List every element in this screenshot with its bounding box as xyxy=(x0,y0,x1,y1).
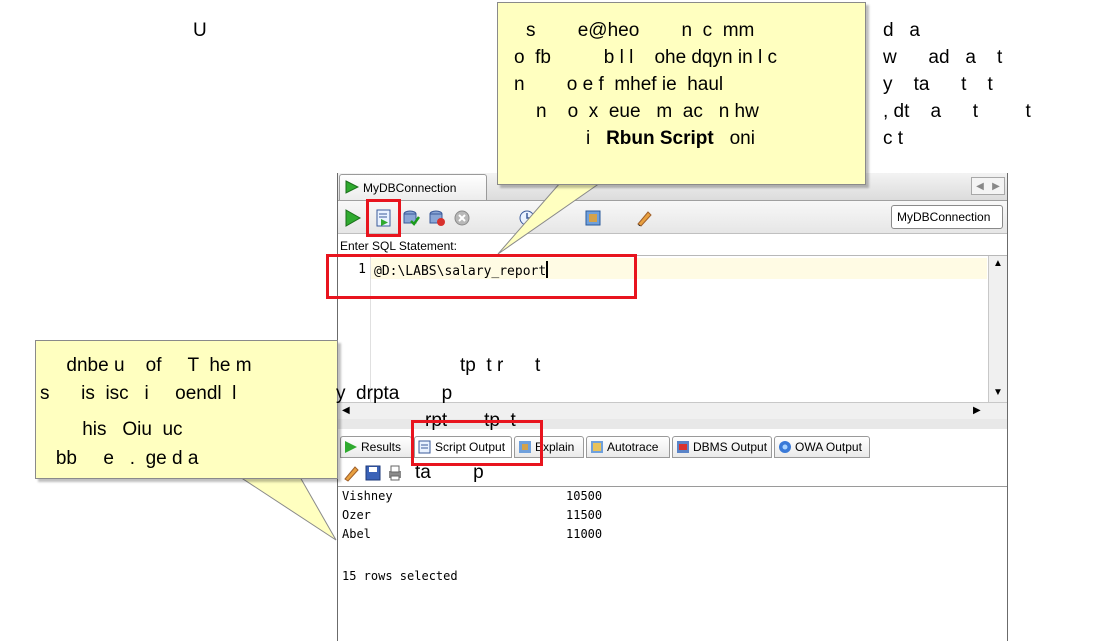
slide-fragment: w ad a t xyxy=(883,47,1003,68)
scroll-right-arrow-icon[interactable]: ▶ xyxy=(973,405,981,416)
rows-selected-summary: 15 rows selected xyxy=(342,569,458,583)
chevron-left-icon[interactable]: ◀ xyxy=(976,181,984,192)
highlight-sql-statement xyxy=(326,254,637,299)
scroll-up-arrow-icon[interactable]: ▲ xyxy=(993,258,1003,269)
callout-run-script-line: n o e f mhef ie haul xyxy=(514,74,724,95)
rollback-icon[interactable] xyxy=(428,209,446,227)
callout-run-script-line: s e@heo n c mm xyxy=(526,20,755,41)
callout-run-script-line: o fb b l l ohe dqyn in l c xyxy=(514,47,777,68)
clear-eraser-icon[interactable] xyxy=(635,209,653,227)
tab-autotrace[interactable]: Autotrace xyxy=(586,436,670,458)
chevron-right-icon[interactable]: ▶ xyxy=(992,181,1000,192)
slide-fragment: y ta t t xyxy=(883,74,993,95)
output-row: Ozer 11500 xyxy=(342,508,603,522)
highlight-script-output-tab xyxy=(411,420,543,466)
slide-fragment: y drpta p xyxy=(336,383,453,404)
commit-icon[interactable] xyxy=(402,209,420,227)
output-row: Abel 11000 xyxy=(342,527,603,541)
output-row: Vishney 10500 xyxy=(342,489,603,503)
callout-script-output-line: his Oiu uc xyxy=(40,419,183,440)
save-icon[interactable] xyxy=(364,464,382,482)
slide-fragment: d a xyxy=(883,20,920,41)
tab-label: MyDBConnection xyxy=(363,181,457,195)
slide-fragment: tp t r t xyxy=(460,355,541,376)
worksheet-icon xyxy=(345,180,359,194)
results-icon xyxy=(345,441,357,453)
callout-script-output-line: dnbe u of T he m xyxy=(40,355,252,376)
scroll-down-arrow-icon[interactable]: ▼ xyxy=(993,387,1003,398)
scroll-left-arrow-icon[interactable]: ◀ xyxy=(342,405,350,416)
run-statement-icon[interactable] xyxy=(344,209,362,227)
tab-mydbconnection[interactable]: MyDBConnection xyxy=(339,174,487,200)
callout-run-script-line: i Rbun Script oni xyxy=(586,128,755,149)
clear-output-eraser-icon[interactable] xyxy=(342,464,360,482)
slide-fragment: , dt a t t xyxy=(883,101,1031,122)
tab-owa-output[interactable]: OWA Output xyxy=(774,436,870,458)
sql-worksheet-window: MyDBConnection ◀ ▶ MyDBConnection Enter S… xyxy=(337,173,1008,642)
callout-script-output-line: bb e . ge d a xyxy=(40,448,199,469)
editor-vertical-scrollbar[interactable]: ▲ ▼ xyxy=(988,256,1007,403)
cancel-icon[interactable] xyxy=(453,209,471,227)
worksheet-toolbar: MyDBConnection xyxy=(338,201,1007,234)
explain-plan-icon[interactable] xyxy=(584,209,602,227)
connection-selector[interactable]: MyDBConnection xyxy=(891,205,1003,229)
dbms-output-icon xyxy=(677,441,689,453)
owa-output-icon xyxy=(779,441,791,453)
slide-fragment: U xyxy=(193,20,207,41)
highlight-run-script-button xyxy=(366,199,401,237)
autotrace-icon xyxy=(591,441,603,453)
callout-run-script-line: n o x eue m ac n hw xyxy=(536,101,759,122)
tab-dbms-output[interactable]: DBMS Output xyxy=(672,436,772,458)
tab-scroll-buttons[interactable]: ◀ ▶ xyxy=(971,177,1005,195)
script-output-panel[interactable]: Vishney 10500 Ozer 11500 Abel 11000 15 rows… xyxy=(338,486,1007,642)
tab-results[interactable]: Results xyxy=(340,436,412,458)
callout-script-output-line: s is isc i oendl l xyxy=(40,383,237,404)
slide-fragment: c t xyxy=(883,128,904,149)
sql-history-icon[interactable] xyxy=(518,209,536,227)
print-icon[interactable] xyxy=(386,464,404,482)
enter-sql-label: Enter SQL Statement: xyxy=(340,239,457,253)
